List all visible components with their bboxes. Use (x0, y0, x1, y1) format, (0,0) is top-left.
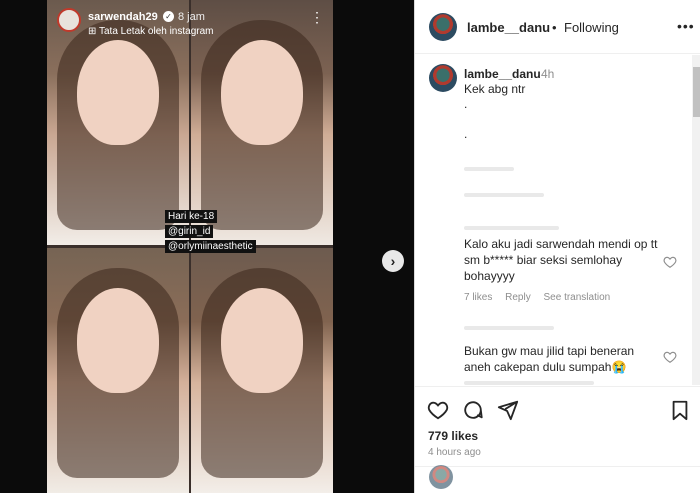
post-header: lambe__danu • Following ••• (415, 0, 700, 54)
caption-dot: . (464, 97, 468, 111)
see-translation-link[interactable]: See translation (544, 292, 611, 303)
story-avatar (57, 8, 81, 32)
comment-text: Kalo aku jadi sarwendah mendi op tt sm b… (464, 237, 658, 283)
story-tag: @orlymiinaesthetic (165, 240, 256, 253)
story-tag: Hari ke-18 (165, 210, 218, 223)
separator-dot: • (552, 20, 557, 35)
more-options-icon[interactable]: ••• (677, 18, 695, 34)
post-side-pane: lambe__danu • Following ••• lambe__danu … (414, 0, 700, 493)
photo-tile (47, 248, 189, 493)
comment-icon[interactable] (462, 399, 484, 421)
comment-heart-icon[interactable] (663, 350, 677, 364)
media-pane: sarwendah29 ✓ 8 jam ⊞ Tata Letak oleh in… (0, 0, 414, 493)
add-comment-bar (415, 465, 700, 493)
follow-status[interactable]: Following (564, 20, 619, 35)
reply-link[interactable]: Reply (505, 292, 531, 303)
blurred-line (464, 226, 559, 230)
save-bookmark-icon[interactable] (669, 399, 691, 421)
scrollbar-thumb[interactable] (693, 67, 700, 117)
blurred-line (464, 193, 544, 197)
author-username[interactable]: lambe__danu (467, 20, 550, 35)
blurred-line (464, 326, 554, 330)
story-image: sarwendah29 ✓ 8 jam ⊞ Tata Letak oleh in… (47, 0, 333, 493)
story-tags: Hari ke-18 @girin_id @orlymiinaesthetic (165, 210, 256, 255)
caption-dot: . (464, 127, 468, 141)
caption-text: Kek abg ntr (464, 82, 526, 96)
caption-avatar[interactable] (429, 64, 457, 92)
story-header: sarwendah29 ✓ 8 jam ⊞ Tata Letak oleh in… (55, 6, 325, 42)
photo-tile (191, 248, 333, 493)
blurred-line (464, 167, 514, 171)
like-heart-icon[interactable] (427, 399, 449, 421)
current-user-avatar (429, 465, 453, 489)
post-actions: 779 likes 4 hours ago (415, 386, 700, 466)
story-more-dots-icon: ⋮ (310, 9, 324, 25)
layout-label: ⊞ Tata Letak oleh instagram (88, 26, 214, 37)
blurred-line (464, 381, 594, 385)
comment-text: Bukan gw mau jilid tapi beneran aneh cak… (464, 344, 635, 374)
story-username: sarwendah29 (88, 11, 158, 23)
verified-icon: ✓ (163, 11, 174, 22)
instagram-post-view: sarwendah29 ✓ 8 jam ⊞ Tata Letak oleh in… (0, 0, 700, 493)
next-chevron-icon[interactable]: › (382, 250, 404, 272)
story-tag: @girin_id (165, 225, 214, 238)
comments-scrollbar[interactable] (692, 55, 700, 385)
caption-username[interactable]: lambe__danu (464, 67, 541, 81)
caption-time: 4h (541, 67, 555, 81)
story-time: 8 jam (178, 11, 205, 23)
likes-count[interactable]: 779 likes (428, 429, 478, 443)
comments-list[interactable]: lambe__danu 4h Kek abg ntr . . Kalo aku … (415, 55, 700, 385)
share-icon[interactable] (497, 399, 519, 421)
comment-likes[interactable]: 7 likes (464, 292, 492, 303)
comment-meta: 7 likes Reply See translation (464, 292, 620, 303)
author-avatar[interactable] (429, 13, 457, 41)
post-time: 4 hours ago (428, 447, 481, 458)
comment-heart-icon[interactable] (663, 255, 677, 269)
